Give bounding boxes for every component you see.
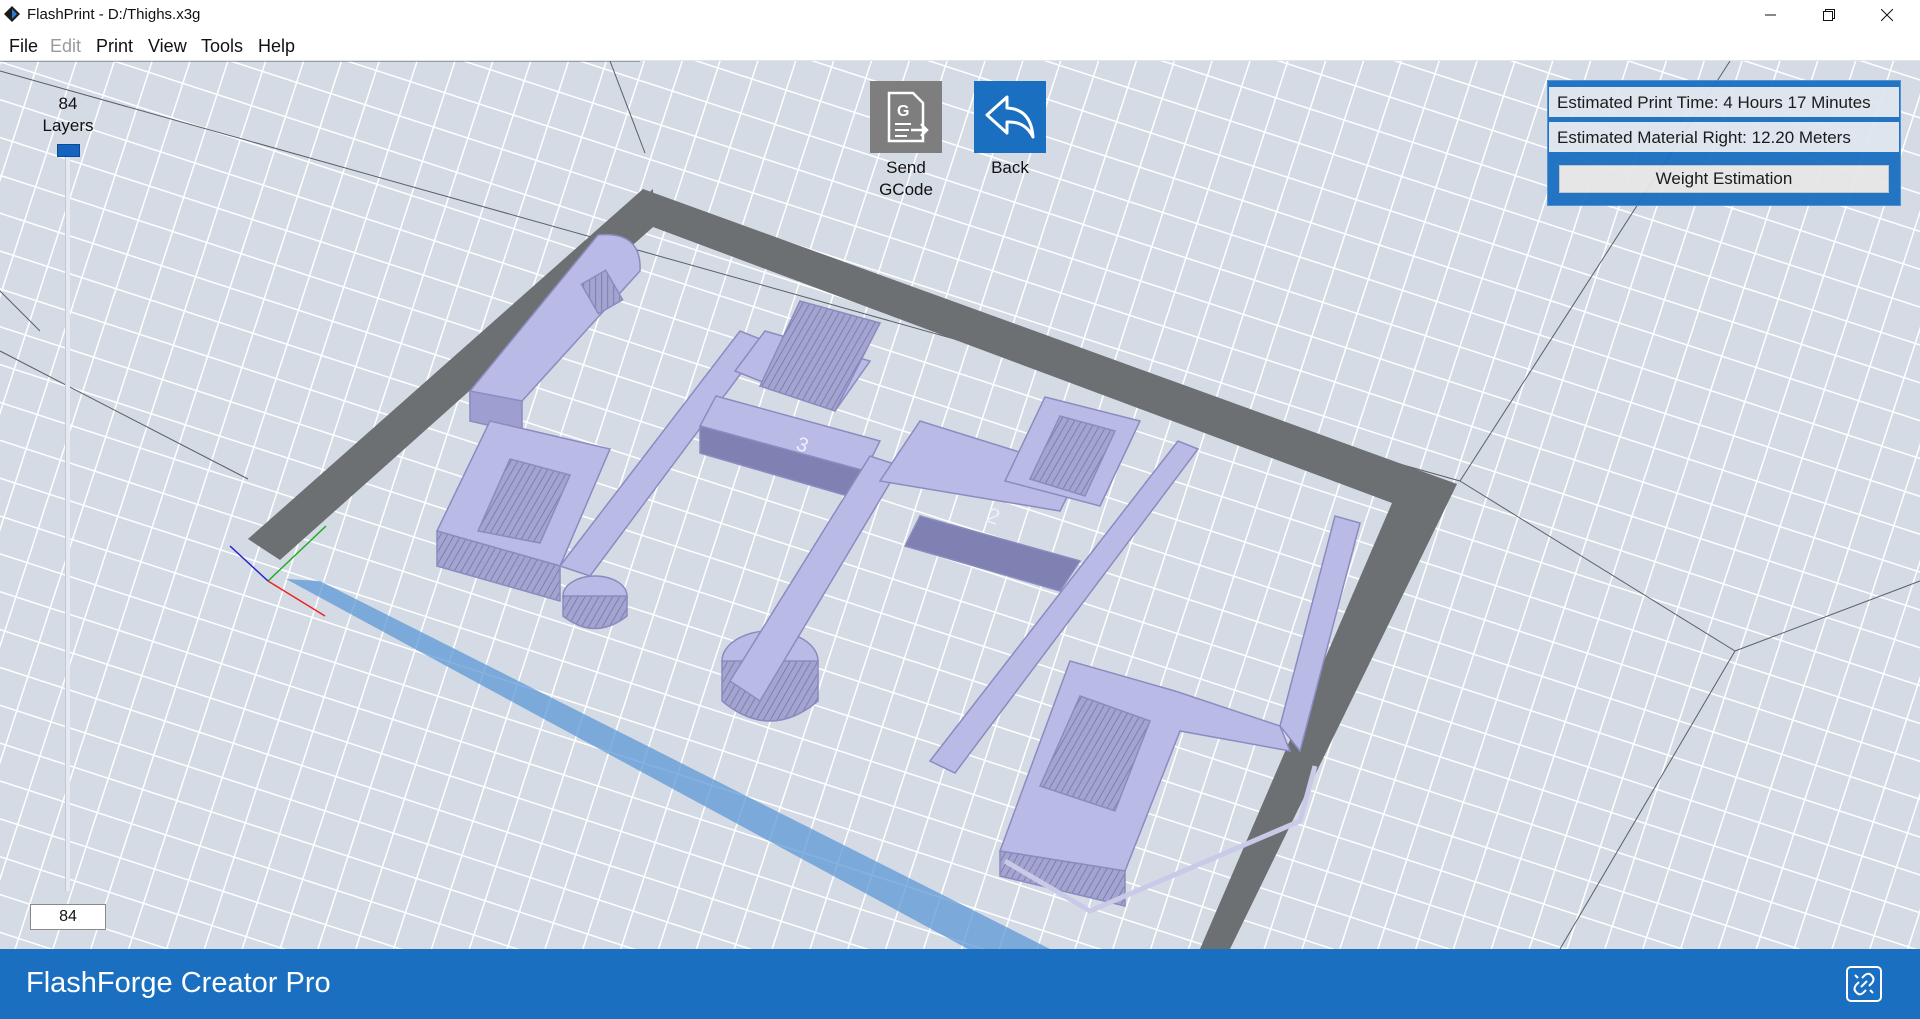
- menu-view[interactable]: View: [148, 36, 187, 57]
- menu-edit[interactable]: Edit: [50, 36, 81, 57]
- link-icon: [1853, 972, 1875, 996]
- send-gcode-label: Send GCode: [879, 158, 933, 199]
- minimize-icon: [1765, 14, 1776, 16]
- menu-file[interactable]: File: [9, 36, 38, 57]
- layer-count-unit: Layers: [42, 116, 94, 135]
- close-icon: [1881, 9, 1893, 21]
- estimation-panel: Estimated Print Time: 4 Hours 17 Minutes…: [1547, 80, 1901, 206]
- printer-name: FlashForge Creator Pro: [26, 967, 331, 999]
- back-label: Back: [991, 158, 1029, 177]
- layer-slider-track[interactable]: [65, 151, 70, 891]
- menu-tools[interactable]: Tools: [201, 36, 243, 57]
- svg-text:G: G: [897, 103, 909, 120]
- flashprint-logo-icon: [4, 6, 20, 22]
- back-arrow-icon: [974, 81, 1046, 153]
- title-bar: FlashPrint - D:/Thighs.x3g: [0, 0, 1920, 30]
- back-button[interactable]: Back: [973, 81, 1047, 179]
- send-gcode-button[interactable]: G Send GCode: [869, 81, 943, 201]
- restore-button[interactable]: [1800, 0, 1858, 30]
- restore-icon: [1823, 9, 1835, 21]
- close-button[interactable]: [1858, 0, 1916, 30]
- layer-count-label: 84 Layers: [40, 93, 96, 137]
- menu-bar: File Edit Print View Tools Help: [0, 30, 1920, 61]
- estimated-print-time: Estimated Print Time: 4 Hours 17 Minutes: [1557, 93, 1871, 112]
- send-gcode-icon: G: [870, 81, 942, 153]
- 3d-viewport[interactable]: 3 2 84 Layers 84 G Send GCode Back Estim…: [0, 61, 1920, 949]
- layer-slider-handle[interactable]: [57, 144, 80, 157]
- status-bar: FlashForge Creator Pro: [0, 949, 1920, 1019]
- layer-count-value: 84: [58, 94, 78, 113]
- minimize-button[interactable]: [1742, 0, 1800, 30]
- menu-help[interactable]: Help: [258, 36, 295, 57]
- window-title: FlashPrint - D:/Thighs.x3g: [27, 6, 201, 23]
- weight-estimation-button[interactable]: Weight Estimation: [1559, 165, 1889, 193]
- estimated-material: Estimated Material Right: 12.20 Meters: [1557, 128, 1851, 147]
- connect-button[interactable]: [1846, 966, 1882, 1002]
- menu-print[interactable]: Print: [96, 36, 133, 57]
- layer-input[interactable]: 84: [30, 904, 106, 930]
